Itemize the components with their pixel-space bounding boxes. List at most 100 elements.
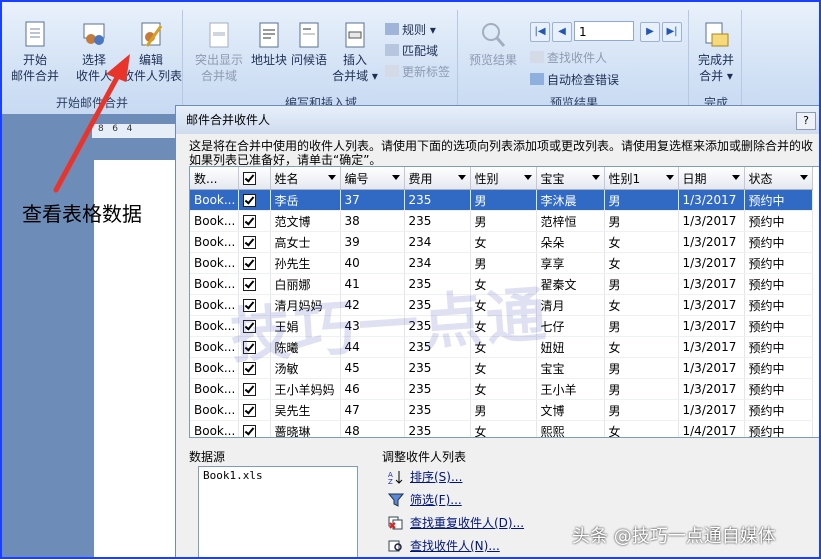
update-labels-button[interactable]: 更新标签	[385, 64, 450, 80]
cell-fee[interactable]: 234	[404, 231, 471, 253]
cell-baby[interactable]: 范梓恒	[536, 210, 605, 232]
cell-baby[interactable]: 王小羊	[536, 378, 605, 400]
cell-name[interactable]: 范文博	[270, 210, 341, 232]
cell-name[interactable]: 王小羊妈妈	[270, 378, 341, 400]
auto-check-errors-button[interactable]: 自动检查错误	[530, 72, 619, 88]
cell-sex1[interactable]: 男	[604, 357, 679, 379]
cell-sex1[interactable]: 男	[604, 399, 679, 421]
cell-sex[interactable]: 男	[470, 189, 537, 211]
record-number-input[interactable]: 1	[574, 21, 634, 41]
row-checkbox[interactable]	[242, 257, 256, 270]
column-header-fee[interactable]: 费用	[404, 167, 471, 190]
table-row[interactable]: Book... 蔷晓琳 48 235 女熙熙女 1/4/2017 预约中	[190, 420, 813, 437]
cell-id[interactable]: 47	[340, 399, 405, 421]
preview-results-button[interactable]: 预览结果	[464, 20, 522, 68]
cell-sex[interactable]: 男	[470, 210, 537, 232]
cell-name[interactable]: 李岳	[270, 189, 341, 211]
cell-status[interactable]: 预约中	[744, 210, 813, 232]
column-header-sex[interactable]: 性别	[470, 167, 537, 190]
cell-sex[interactable]: 男	[470, 399, 537, 421]
cell-baby[interactable]: 文博	[536, 399, 605, 421]
table-row[interactable]: Book... 范文博 38 235 男范梓恒男 1/3/2017 预约中	[190, 210, 813, 232]
cell-src[interactable]: Book...	[190, 210, 239, 232]
greeting-line-button[interactable]: 问候语	[289, 20, 329, 68]
cell-sex[interactable]: 女	[470, 231, 537, 253]
cell-sex1[interactable]: 男	[604, 378, 679, 400]
first-record-button[interactable]: |◀	[530, 22, 550, 42]
column-header-check[interactable]	[238, 167, 271, 190]
cell-fee[interactable]: 235	[404, 210, 471, 232]
cell-date[interactable]: 1/3/2017	[678, 315, 745, 337]
column-header-source[interactable]: 数...	[190, 167, 239, 190]
cell-status[interactable]: 预约中	[744, 420, 813, 437]
cell-date[interactable]: 1/4/2017	[678, 420, 745, 437]
cell-sex[interactable]: 女	[470, 420, 537, 437]
cell-sex1[interactable]: 女	[604, 336, 679, 358]
column-header-name[interactable]: 姓名	[270, 167, 341, 190]
cell-status[interactable]: 预约中	[744, 231, 813, 253]
last-record-button[interactable]: ▶|	[662, 22, 682, 42]
filter-link[interactable]: 筛选(F)...	[388, 491, 462, 508]
cell-src[interactable]: Book...	[190, 399, 239, 421]
cell-date[interactable]: 1/3/2017	[678, 189, 745, 211]
dropdown-arrow-icon[interactable]	[665, 175, 674, 180]
cell-date[interactable]: 1/3/2017	[678, 357, 745, 379]
cell-status[interactable]: 预约中	[744, 336, 813, 358]
finish-merge-button[interactable]: 完成并 合并 ▾	[693, 20, 739, 84]
cell-src[interactable]: Book...	[190, 252, 239, 274]
cell-fee[interactable]: 235	[404, 378, 471, 400]
dropdown-arrow-icon[interactable]	[731, 175, 740, 180]
cell-name[interactable]: 高女士	[270, 231, 341, 253]
cell-baby[interactable]: 朵朵	[536, 231, 605, 253]
row-checkbox[interactable]	[242, 425, 256, 437]
cell-date[interactable]: 1/3/2017	[678, 252, 745, 274]
cell-sex[interactable]: 女	[470, 378, 537, 400]
cell-sex1[interactable]: 女	[604, 420, 679, 437]
previous-record-button[interactable]: ◀	[552, 22, 572, 42]
row-checkbox-cell[interactable]	[238, 252, 271, 274]
cell-date[interactable]: 1/3/2017	[678, 336, 745, 358]
find-recipient-link[interactable]: 查找收件人(N)...	[388, 537, 500, 554]
dropdown-arrow-icon[interactable]	[457, 175, 466, 180]
cell-baby[interactable]: 熙熙	[536, 420, 605, 437]
select-recipients-button[interactable]: 选择 收件人	[68, 20, 120, 84]
column-header-baby[interactable]: 宝宝	[536, 167, 605, 190]
select-all-checkbox[interactable]	[242, 172, 256, 185]
cell-sex[interactable]: 女	[470, 357, 537, 379]
cell-id[interactable]: 46	[340, 378, 405, 400]
cell-sex1[interactable]: 女	[604, 294, 679, 316]
cell-status[interactable]: 预约中	[744, 252, 813, 274]
row-checkbox-cell[interactable]	[238, 378, 271, 400]
help-button[interactable]: ?	[796, 112, 816, 130]
cell-src[interactable]: Book...	[190, 231, 239, 253]
cell-id[interactable]: 37	[340, 189, 405, 211]
row-checkbox-cell[interactable]	[238, 210, 271, 232]
table-row[interactable]: Book... 李岳 37 235 男李沐晨男 1/3/2017 预约中	[190, 189, 813, 211]
cell-status[interactable]: 预约中	[744, 273, 813, 295]
row-checkbox[interactable]	[242, 236, 256, 249]
cell-date[interactable]: 1/3/2017	[678, 231, 745, 253]
row-checkbox-cell[interactable]	[238, 189, 271, 211]
cell-id[interactable]: 48	[340, 420, 405, 437]
highlight-fields-button[interactable]: 突出显示 合并域	[189, 20, 249, 84]
cell-sex1[interactable]: 男	[604, 315, 679, 337]
column-header-sex1[interactable]: 性别1	[604, 167, 679, 190]
cell-name[interactable]: 蔷晓琳	[270, 420, 341, 437]
table-row[interactable]: Book... 高女士 39 234 女朵朵女 1/3/2017 预约中	[190, 231, 813, 253]
cell-date[interactable]: 1/3/2017	[678, 378, 745, 400]
column-header-status[interactable]: 状态	[744, 167, 813, 190]
dropdown-arrow-icon[interactable]	[391, 175, 400, 180]
next-record-button[interactable]: ▶	[640, 22, 660, 42]
cell-date[interactable]: 1/3/2017	[678, 294, 745, 316]
cell-fee[interactable]: 235	[404, 420, 471, 437]
data-source-list[interactable]: Book1.xls	[198, 466, 358, 557]
cell-name[interactable]: 孙先生	[270, 252, 341, 274]
cell-fee[interactable]: 235	[404, 399, 471, 421]
edit-recipients-button[interactable]: 编辑 收件人列表	[122, 20, 182, 84]
cell-sex1[interactable]: 女	[604, 231, 679, 253]
row-checkbox[interactable]	[242, 383, 256, 396]
cell-sex1[interactable]: 女	[604, 252, 679, 274]
cell-status[interactable]: 预约中	[744, 399, 813, 421]
cell-status[interactable]: 预约中	[744, 378, 813, 400]
sort-link[interactable]: A Z 排序(S)...	[388, 468, 462, 485]
